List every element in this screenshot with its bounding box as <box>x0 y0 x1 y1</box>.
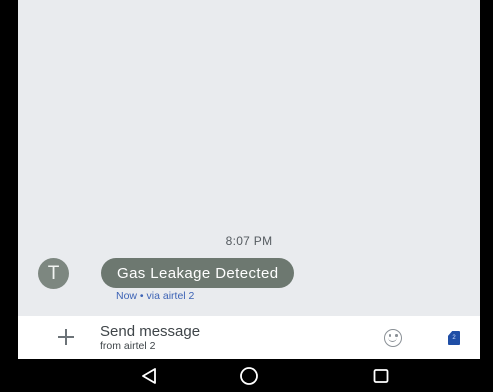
back-triangle-icon[interactable] <box>138 365 160 387</box>
message-status: Now • via airtel 2 <box>116 290 195 302</box>
sending-sim-label: from airtel 2 <box>100 340 156 352</box>
message-input-placeholder: Send message <box>100 323 201 340</box>
emoji-smiley-icon[interactable] <box>384 329 402 347</box>
message-bubble[interactable]: Gas Leakage Detected <box>101 258 295 288</box>
sim-number: 2 <box>452 335 456 341</box>
plus-icon[interactable] <box>56 327 76 347</box>
message-input[interactable]: Send message from airtel 2 <box>100 323 200 352</box>
message-text: Gas Leakage Detected <box>117 264 279 282</box>
sim-card-icon[interactable]: 2 <box>448 331 460 345</box>
navigation-bar <box>18 359 480 392</box>
conversation-view[interactable]: 8:07 PM T Gas Leakage Detected Now • via… <box>18 0 480 316</box>
message-timestamp: 8:07 PM <box>225 234 273 248</box>
avatar-initial: T <box>47 262 60 284</box>
recents-square-icon[interactable] <box>370 365 392 387</box>
phone-screen: 8:07 PM T Gas Leakage Detected Now • via… <box>18 0 480 392</box>
message-composer: Send message from airtel 2 2 <box>18 316 480 359</box>
home-circle-icon[interactable] <box>238 365 260 387</box>
sender-avatar[interactable]: T <box>38 258 69 289</box>
